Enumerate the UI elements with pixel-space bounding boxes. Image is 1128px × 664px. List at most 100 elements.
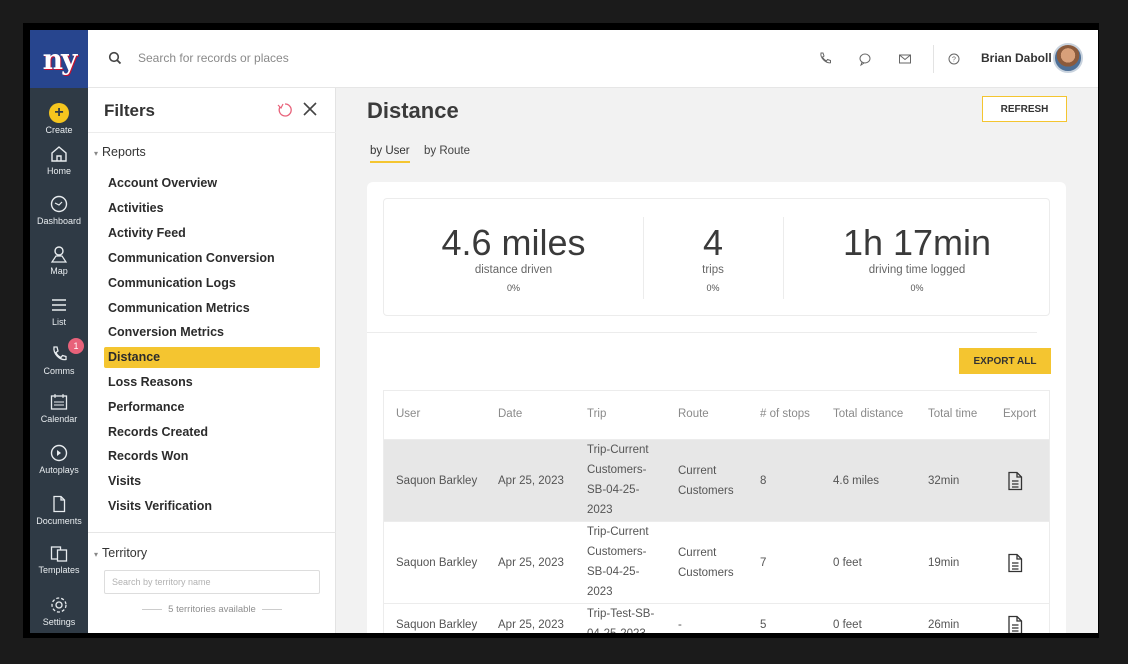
mail-icon[interactable] [894, 48, 916, 70]
tab-by-user[interactable]: by User [370, 145, 410, 163]
territory-section-toggle[interactable]: ▾ Territory [94, 546, 147, 560]
report-distance[interactable]: Distance [104, 347, 320, 368]
cell-user: Saquon Barkley [396, 619, 478, 631]
stat-percent: 0% [706, 283, 720, 293]
report-visits-verification[interactable]: Visits Verification [104, 496, 320, 517]
calendar-icon [50, 394, 68, 410]
col-header-route[interactable]: Route [678, 408, 709, 420]
report-visits[interactable]: Visits [104, 471, 320, 492]
stat-value: 4 [702, 222, 724, 263]
report-records-created[interactable]: Records Created [104, 422, 320, 443]
cell-trip: Trip-Current Customers- SB-04-25- 2023 [587, 526, 649, 598]
col-header-total-time[interactable]: Total time [928, 408, 977, 420]
stats-summary: 4.6 miles distance driven 0% 4 trips 0% … [383, 198, 1050, 316]
cell-time: 32min [928, 475, 960, 487]
rail-item-comms[interactable]: 1 Comms [30, 338, 88, 376]
cell-distance: 0 feet [833, 619, 862, 631]
col-header-export: Export [1003, 408, 1037, 420]
territories-count: 5 territories available [104, 604, 320, 615]
help-icon[interactable]: ? [943, 48, 965, 70]
home-icon [51, 146, 67, 162]
stat-label: trips [702, 264, 724, 276]
stat-percent: 0% [910, 283, 924, 293]
map-pin-icon [50, 246, 68, 263]
chevron-down-icon: ▾ [94, 550, 99, 559]
cell-user: Saquon Barkley [396, 557, 478, 569]
report-activity-feed[interactable]: Activity Feed [104, 223, 320, 244]
rail-label: Home [46, 166, 71, 176]
rail-item-home[interactable]: Home [30, 144, 88, 176]
reset-icon[interactable] [276, 101, 294, 119]
rail-item-templates[interactable]: Templates [30, 543, 88, 575]
rail-item-calendar[interactable]: Calendar [30, 392, 88, 424]
report-activities[interactable]: Activities [104, 198, 320, 219]
cell-time: 19min [928, 557, 960, 569]
search-icon [108, 51, 122, 65]
rail-label: Autoplays [39, 465, 79, 475]
reports-label: Reports [102, 145, 146, 159]
export-document-icon[interactable] [1006, 553, 1024, 573]
report-account-overview[interactable]: Account Overview [104, 173, 320, 194]
col-header-stops[interactable]: # of stops [760, 408, 810, 420]
rail-item-create[interactable]: + Create [30, 103, 88, 135]
export-document-icon[interactable] [1006, 615, 1024, 633]
col-header-date[interactable]: Date [498, 408, 522, 420]
col-header-user[interactable]: User [396, 408, 420, 420]
tab-by-route[interactable]: by Route [424, 145, 470, 161]
report-conversion-metrics[interactable]: Conversion Metrics [104, 322, 320, 343]
col-header-total-distance[interactable]: Total distance [833, 408, 903, 420]
report-records-won[interactable]: Records Won [104, 446, 320, 467]
phone-icon[interactable] [814, 48, 836, 70]
table-row[interactable]: Saquon Barkley Apr 25, 2023 Trip-Current… [384, 521, 1049, 603]
divider [88, 132, 336, 133]
chat-icon[interactable] [854, 48, 876, 70]
list-icon [52, 299, 66, 311]
rail-label: List [51, 317, 66, 327]
team-logo[interactable]: ny [30, 30, 88, 88]
cell-time: 26min [928, 619, 960, 631]
refresh-button[interactable]: REFRESH [982, 96, 1067, 122]
export-all-button[interactable]: EXPORT ALL [959, 348, 1051, 374]
rail-item-documents[interactable]: Documents [30, 494, 88, 526]
stat-percent: 0% [506, 283, 520, 293]
avatar[interactable] [1053, 43, 1083, 73]
cell-stops: 5 [760, 619, 767, 631]
phone-icon [53, 346, 67, 361]
app-window: ny + Create Home Dashboard Map List 1 Co… [30, 30, 1098, 633]
distance-table: User Date Trip Route # of stops Total di… [383, 390, 1050, 633]
cell-route: - [678, 619, 682, 631]
cell-date: Apr 25, 2023 [498, 475, 564, 487]
cell-route: Current Customers [678, 547, 734, 579]
report-loss-reasons[interactable]: Loss Reasons [104, 372, 320, 393]
rail-label: Create [45, 125, 73, 135]
rail-label: Dashboard [36, 216, 82, 226]
report-communication-conversion[interactable]: Communication Conversion [104, 248, 320, 269]
cell-distance: 0 feet [833, 557, 862, 569]
stat-distance: 4.6 miles distance driven 0% [384, 199, 643, 317]
close-icon[interactable] [301, 100, 319, 118]
col-header-trip[interactable]: Trip [587, 408, 606, 420]
top-bar: ? Brian Daboll [88, 30, 1098, 88]
rail-item-autoplays[interactable]: Autoplays [30, 443, 88, 475]
svg-text:?: ? [952, 57, 956, 64]
rail-item-list[interactable]: List [30, 295, 88, 327]
territory-search-input[interactable] [104, 570, 320, 594]
reports-section-toggle[interactable]: ▾ Reports [94, 145, 146, 159]
rail-item-settings[interactable]: Settings [30, 595, 88, 627]
divider [933, 45, 934, 73]
filters-panel: Filters ▾ Reports Account Overview Activi… [88, 88, 336, 633]
report-card: 4.6 miles distance driven 0% 4 trips 0% … [367, 182, 1066, 633]
rail-item-dashboard[interactable]: Dashboard [30, 194, 88, 226]
table-row[interactable]: Saquon Barkley Apr 25, 2023 Trip-Current… [384, 439, 1049, 521]
search-input[interactable] [138, 48, 438, 68]
report-communication-metrics[interactable]: Communication Metrics [104, 298, 320, 319]
table-row[interactable]: Saquon Barkley Apr 25, 2023 Trip-Test-SB… [384, 603, 1049, 633]
gauge-icon [50, 195, 68, 213]
export-document-icon[interactable] [1006, 471, 1024, 491]
report-communication-logs[interactable]: Communication Logs [104, 273, 320, 294]
user-name[interactable]: Brian Daboll [981, 51, 1052, 65]
chevron-down-icon: ▾ [94, 149, 99, 158]
report-performance[interactable]: Performance [104, 397, 320, 418]
rail-item-map[interactable]: Map [30, 244, 88, 276]
divider [88, 532, 336, 533]
